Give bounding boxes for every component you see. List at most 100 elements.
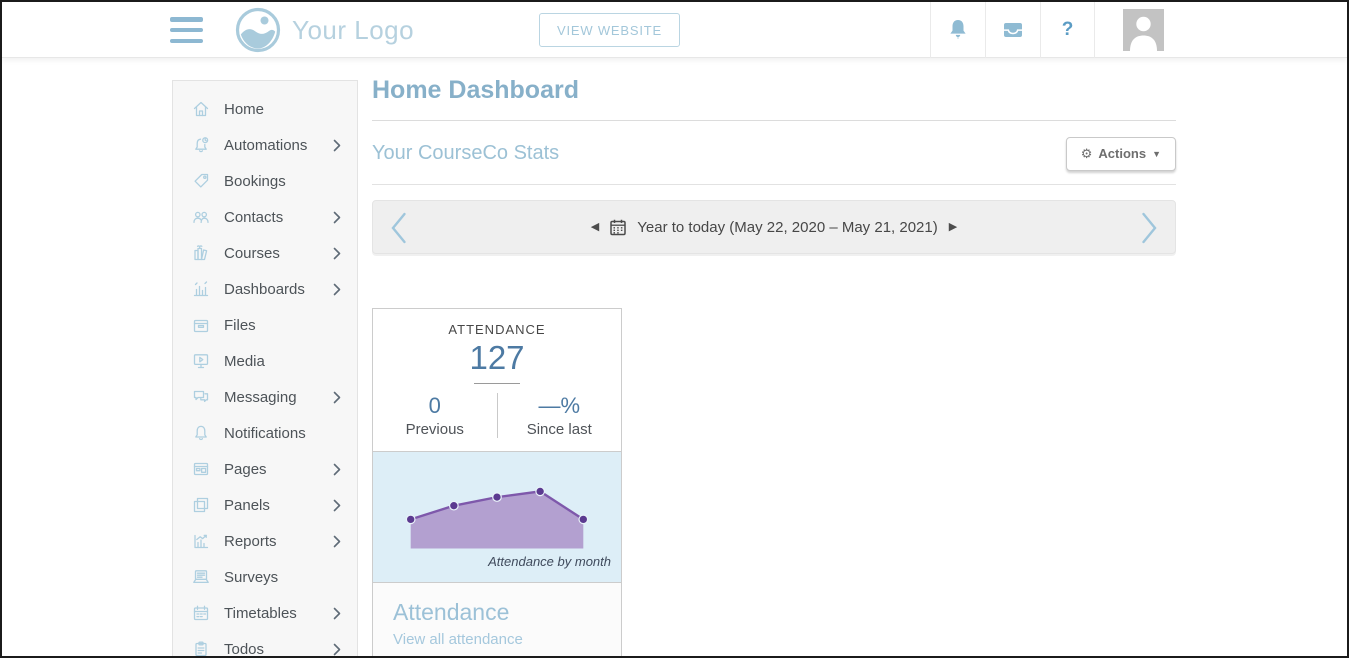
actions-button-label: Actions — [1098, 146, 1146, 161]
bell-icon — [945, 17, 971, 43]
sidebar-item-label: Courses — [224, 245, 333, 262]
next-period-chevron[interactable] — [1141, 212, 1158, 244]
sidebar-item-label: Bookings — [224, 173, 341, 190]
date-range-bar: ◀ Year to today (May 22, 2020 – May 21, … — [372, 200, 1176, 254]
sidebar-item-courses[interactable]: Courses — [173, 235, 357, 271]
books-icon — [191, 243, 211, 263]
calendar-icon — [610, 219, 626, 236]
caret-down-icon: ▼ — [1152, 149, 1161, 159]
chevron-right-icon — [333, 535, 341, 548]
sidebar-item-dashboards[interactable]: Dashboards — [173, 271, 357, 307]
sidebar-item-label: Files — [224, 317, 341, 334]
attendance-card-footer: Attendance View all attendance — [373, 583, 621, 658]
sidebar-item-files[interactable]: Files — [173, 307, 357, 343]
chevron-right-icon — [333, 643, 341, 656]
attendance-card-stats: ATTENDANCE 127 0 Previous —% Since last — [373, 309, 621, 451]
user-menu[interactable] — [1095, 2, 1164, 58]
sidebar-item-bookings[interactable]: Bookings — [173, 163, 357, 199]
sidebar-item-label: Contacts — [224, 209, 333, 226]
report-chart-icon — [191, 531, 211, 551]
attendance-card: ATTENDANCE 127 0 Previous —% Since last — [372, 308, 622, 658]
chart-data-point — [536, 487, 545, 495]
since-last-value: —% — [498, 393, 622, 419]
chart-data-point — [579, 515, 588, 523]
chart-data-point — [406, 515, 415, 523]
inbox-button[interactable] — [985, 2, 1040, 58]
sidebar-item-label: Home — [224, 101, 341, 118]
previous-label: Previous — [373, 421, 497, 438]
card-title: ATTENDANCE — [373, 322, 621, 337]
divider — [372, 184, 1176, 185]
prev-arrow-icon[interactable]: ◀ — [591, 222, 599, 233]
calendar-icon — [191, 603, 211, 623]
attendance-sparkline: Attendance by month — [373, 451, 621, 583]
view-website-button[interactable]: VIEW WEBSITE — [539, 13, 680, 47]
chevron-right-icon — [333, 391, 341, 404]
media-monitor-icon — [191, 351, 211, 371]
chevron-right-icon — [333, 139, 341, 152]
inbox-icon — [1000, 17, 1026, 43]
question-mark-icon: ? — [1062, 19, 1074, 41]
since-last-label: Since last — [498, 421, 622, 438]
gear-icon: ⚙ — [1081, 146, 1093, 162]
sidebar-item-panels[interactable]: Panels — [173, 487, 357, 523]
chevron-right-icon — [333, 283, 341, 296]
chevron-right-icon — [333, 247, 341, 260]
sidebar-item-automations[interactable]: Automations — [173, 127, 357, 163]
sidebar-item-label: Todos — [224, 641, 333, 658]
sidebar-item-label: Dashboards — [224, 281, 333, 298]
chevron-right-icon — [333, 499, 341, 512]
next-arrow-icon[interactable]: ▶ — [949, 222, 957, 233]
card-footer-title: Attendance — [393, 599, 601, 626]
header-actions: ? — [930, 2, 1164, 58]
date-range-label[interactable]: Year to today (May 22, 2020 – May 21, 20… — [637, 219, 937, 236]
tag-icon — [191, 171, 211, 191]
logo[interactable]: Your Logo — [235, 6, 414, 54]
sidebar-nav: Home Automations Bookings Contacts Courses Da… — [172, 80, 358, 658]
sidebar-item-todos[interactable]: Todos — [173, 631, 357, 658]
sidebar-item-contacts[interactable]: Contacts — [173, 199, 357, 235]
chevron-right-icon — [333, 463, 341, 476]
attendance-count: 127 — [373, 339, 621, 377]
sidebar-item-messaging[interactable]: Messaging — [173, 379, 357, 415]
automation-bell-icon — [191, 135, 211, 155]
actions-button[interactable]: ⚙ Actions ▼ — [1066, 137, 1176, 171]
file-box-icon — [191, 315, 211, 335]
view-all-attendance-link[interactable]: View all attendance — [393, 631, 523, 648]
since-last-stat: —% Since last — [498, 393, 622, 438]
chat-bubbles-icon — [191, 387, 211, 407]
hamburger-menu-icon[interactable] — [170, 17, 203, 43]
previous-value: 0 — [373, 393, 497, 419]
people-icon — [191, 207, 211, 227]
user-avatar — [1123, 9, 1164, 51]
page-title: Home Dashboard — [372, 58, 1176, 104]
chevron-right-icon — [333, 211, 341, 224]
logo-text: Your Logo — [292, 15, 414, 46]
clipboard-icon — [191, 639, 211, 658]
sidebar-item-surveys[interactable]: Surveys — [173, 559, 357, 595]
sidebar-item-reports[interactable]: Reports — [173, 523, 357, 559]
sidebar-item-notifications[interactable]: Notifications — [173, 415, 357, 451]
bell-icon — [191, 423, 211, 443]
sidebar-item-home[interactable]: Home — [173, 91, 357, 127]
browser-window-icon — [191, 459, 211, 479]
sidebar-item-label: Timetables — [224, 605, 333, 622]
previous-period-chevron[interactable] — [390, 212, 407, 244]
sidebar-item-pages[interactable]: Pages — [173, 451, 357, 487]
sidebar-item-label: Surveys — [224, 569, 341, 586]
previous-stat: 0 Previous — [373, 393, 497, 438]
notifications-button[interactable] — [930, 2, 985, 58]
help-button[interactable]: ? — [1040, 2, 1095, 58]
chart-data-point — [493, 493, 502, 501]
sidebar-item-label: Reports — [224, 533, 333, 550]
sidebar-item-label: Panels — [224, 497, 333, 514]
sidebar-item-timetables[interactable]: Timetables — [173, 595, 357, 631]
main-content: Home Dashboard Your CourseCo Stats ⚙ Act… — [372, 58, 1176, 658]
chart-caption: Attendance by month — [488, 554, 611, 569]
app-window: Your Logo VIEW WEBSITE — [0, 0, 1349, 658]
date-range-picker: ◀ Year to today (May 22, 2020 – May 21, … — [591, 219, 957, 236]
logo-image-icon — [235, 7, 281, 53]
top-header: Your Logo VIEW WEBSITE — [2, 2, 1347, 58]
sidebar-item-media[interactable]: Media — [173, 343, 357, 379]
home-icon — [191, 99, 211, 119]
